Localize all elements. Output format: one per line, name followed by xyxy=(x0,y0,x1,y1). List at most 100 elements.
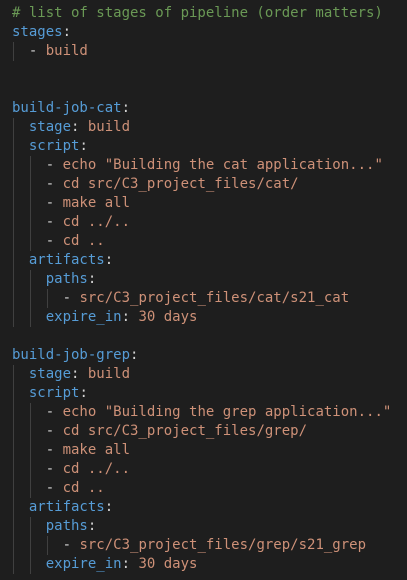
indent-guide xyxy=(46,536,48,555)
indent-guide xyxy=(13,536,14,555)
punctuation-token: - xyxy=(45,442,63,458)
code-line: - cd .. xyxy=(12,479,407,498)
code-line: - make all xyxy=(12,194,407,213)
indent-guide xyxy=(13,460,14,479)
code-line: stage: build xyxy=(12,118,407,137)
code-line: - cd .. xyxy=(12,232,407,251)
punctuation-token: - xyxy=(45,176,63,192)
value-token: build xyxy=(87,119,131,135)
value-token: 30 days xyxy=(138,556,198,572)
punctuation-token: - xyxy=(45,480,63,496)
indent-guide xyxy=(29,422,31,441)
key-token: build-job-cat xyxy=(12,100,122,116)
indent-guide xyxy=(13,365,14,384)
indent-guide xyxy=(13,251,14,270)
code-line: - src/C3_project_files/grep/s21_grep xyxy=(12,536,407,555)
code-line: script: xyxy=(12,137,407,156)
punctuation-token: : xyxy=(104,252,114,268)
indent-guide xyxy=(13,384,14,403)
key-token: script xyxy=(28,138,80,154)
indent-guide xyxy=(13,213,14,232)
indent-guide xyxy=(13,403,14,422)
punctuation-token: - xyxy=(45,404,63,420)
indent-guide xyxy=(46,289,48,308)
punctuation-token: : xyxy=(121,556,139,572)
punctuation-token: : xyxy=(87,518,97,534)
value-token: cd .. xyxy=(62,233,105,249)
indent-guide xyxy=(29,555,31,574)
punctuation-token: : xyxy=(71,366,88,382)
indent-guide xyxy=(29,308,31,327)
indent-guide xyxy=(29,479,31,498)
code-line: stage: build xyxy=(12,365,407,384)
indent-guide xyxy=(29,194,31,213)
punctuation-token: - xyxy=(62,537,80,553)
indent-guide xyxy=(29,213,31,232)
punctuation-token: : xyxy=(79,138,88,154)
value-token: build xyxy=(45,43,88,59)
indent-guide xyxy=(13,422,14,441)
code-line: - make all xyxy=(12,441,407,460)
value-token: echo "Building the grep application..." xyxy=(62,404,392,420)
punctuation-token: - xyxy=(45,461,63,477)
indent-guide xyxy=(29,441,31,460)
indent-guide xyxy=(29,270,31,289)
code-line: build-job-cat: xyxy=(12,99,407,118)
punctuation-token: : xyxy=(104,499,114,515)
code-line: stages: xyxy=(12,23,407,42)
indent-guide xyxy=(29,536,31,555)
code-line: expire_in: 30 days xyxy=(12,555,407,574)
indent-guide xyxy=(13,270,14,289)
indent-guide xyxy=(13,175,14,194)
punctuation-token: - xyxy=(45,423,63,439)
indent-guide xyxy=(13,479,14,498)
code-lines: # list of stages of pipeline (order matt… xyxy=(12,4,407,574)
comment-token: # list of stages of pipeline (order matt… xyxy=(12,5,383,21)
code-line: - build xyxy=(12,42,407,61)
punctuation-token: - xyxy=(45,214,63,230)
value-token: cd ../.. xyxy=(62,214,131,230)
indent-guide xyxy=(29,403,31,422)
indent-guide xyxy=(29,156,31,175)
value-token: cd src/C3_project_files/grep/ xyxy=(62,423,308,439)
value-token: build xyxy=(87,366,131,382)
indent-guide xyxy=(13,42,14,61)
key-token: script xyxy=(28,385,80,401)
indent-guide xyxy=(13,517,14,536)
punctuation-token: - xyxy=(45,233,63,249)
code-line: - echo "Building the grep application...… xyxy=(12,403,407,422)
key-token: artifacts xyxy=(28,499,105,515)
value-token: cd ../.. xyxy=(62,461,131,477)
key-token: stage xyxy=(28,119,72,135)
indent-guide xyxy=(29,460,31,479)
indent-guide xyxy=(29,232,31,251)
indent-guide xyxy=(13,289,14,308)
indent-guide xyxy=(13,137,14,156)
indent-guide xyxy=(13,441,14,460)
punctuation-token: : xyxy=(79,385,88,401)
indent-guide xyxy=(13,555,14,574)
code-line: paths: xyxy=(12,270,407,289)
code-line: - cd ../.. xyxy=(12,460,407,479)
code-line: artifacts: xyxy=(12,251,407,270)
code-editor[interactable]: # list of stages of pipeline (order matt… xyxy=(0,0,407,580)
